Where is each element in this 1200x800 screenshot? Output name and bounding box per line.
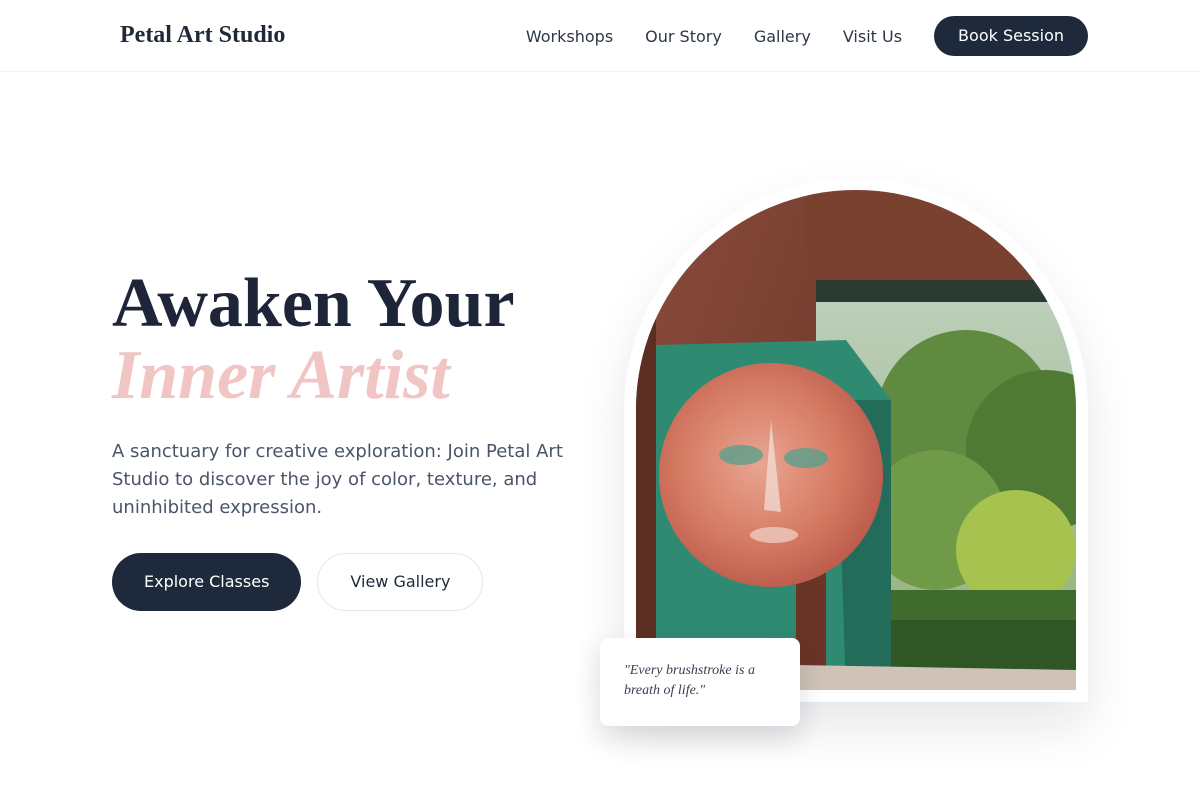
hero-cta-group: Explore Classes View Gallery <box>112 553 484 611</box>
headline-line-2: Inner Artist <box>112 337 450 414</box>
hero-description: A sanctuary for creative exploration: Jo… <box>112 441 563 518</box>
site-header: Petal Art Studio Workshops Our Story Gal… <box>0 0 1200 72</box>
nav-link-visit-us[interactable]: Visit Us <box>843 27 902 46</box>
hero-artwork-image <box>636 190 1076 690</box>
nav-link-gallery[interactable]: Gallery <box>754 27 811 46</box>
brand-logo[interactable]: Petal Art Studio <box>120 22 285 49</box>
view-gallery-button[interactable]: View Gallery <box>317 553 484 611</box>
nav-link-workshops[interactable]: Workshops <box>526 27 613 46</box>
book-session-button[interactable]: Book Session <box>934 16 1088 56</box>
quote-text: "Every brushstroke is a breath of life." <box>624 663 755 698</box>
hero-headline: Awaken Your Inner Artist <box>112 268 515 412</box>
headline-line-1: Awaken Your <box>112 265 515 342</box>
hero-image-frame <box>624 178 1088 702</box>
quote-card: "Every brushstroke is a breath of life." <box>600 638 800 726</box>
nav-link-our-story[interactable]: Our Story <box>645 27 722 46</box>
explore-classes-button[interactable]: Explore Classes <box>112 553 302 611</box>
main-nav: Workshops Our Story Gallery Visit Us Boo… <box>526 16 1088 56</box>
